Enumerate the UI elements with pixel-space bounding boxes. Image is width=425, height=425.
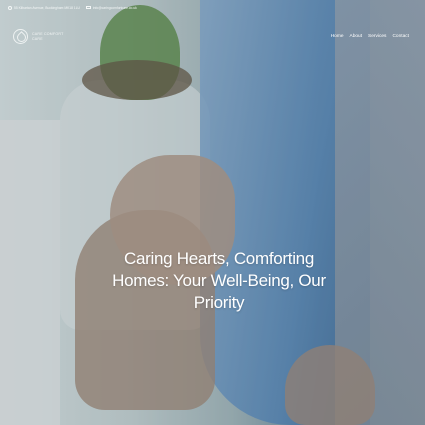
nav-services[interactable]: Services bbox=[368, 34, 386, 39]
topbar-address-text: 55 Kilbartan Avenue, Buckingham MK18 1LU bbox=[14, 5, 80, 10]
mail-icon bbox=[85, 5, 91, 10]
hero-background bbox=[0, 0, 425, 425]
logo-icon bbox=[13, 29, 28, 44]
site-logo[interactable]: CARE COMFORT CARE bbox=[13, 29, 63, 44]
main-nav: Home About Services Contact bbox=[331, 34, 409, 39]
topbar-email[interactable]: info@caringcomfortcare.co.uk bbox=[85, 5, 137, 10]
logo-text-line1: CARE COMFORT bbox=[32, 32, 64, 37]
logo-text-line2: CARE bbox=[32, 36, 43, 41]
topbar-email-text: info@caringcomfortcare.co.uk bbox=[92, 5, 137, 10]
top-contact-bar: 55 Kilbartan Avenue, Buckingham MK18 1LU… bbox=[0, 0, 425, 15]
nav-contact[interactable]: Contact bbox=[392, 34, 409, 39]
site-header: CARE COMFORT CARE Home About Services Co… bbox=[0, 22, 425, 52]
nav-home[interactable]: Home bbox=[331, 34, 344, 39]
location-icon bbox=[8, 5, 12, 10]
nav-about[interactable]: About bbox=[350, 34, 363, 39]
hero-headline: Caring Hearts, Comforting Homes: Your We… bbox=[112, 249, 326, 312]
topbar-address[interactable]: 55 Kilbartan Avenue, Buckingham MK18 1LU bbox=[8, 5, 80, 10]
hero-overlay bbox=[0, 0, 425, 425]
logo-text: CARE COMFORT CARE bbox=[32, 32, 63, 41]
